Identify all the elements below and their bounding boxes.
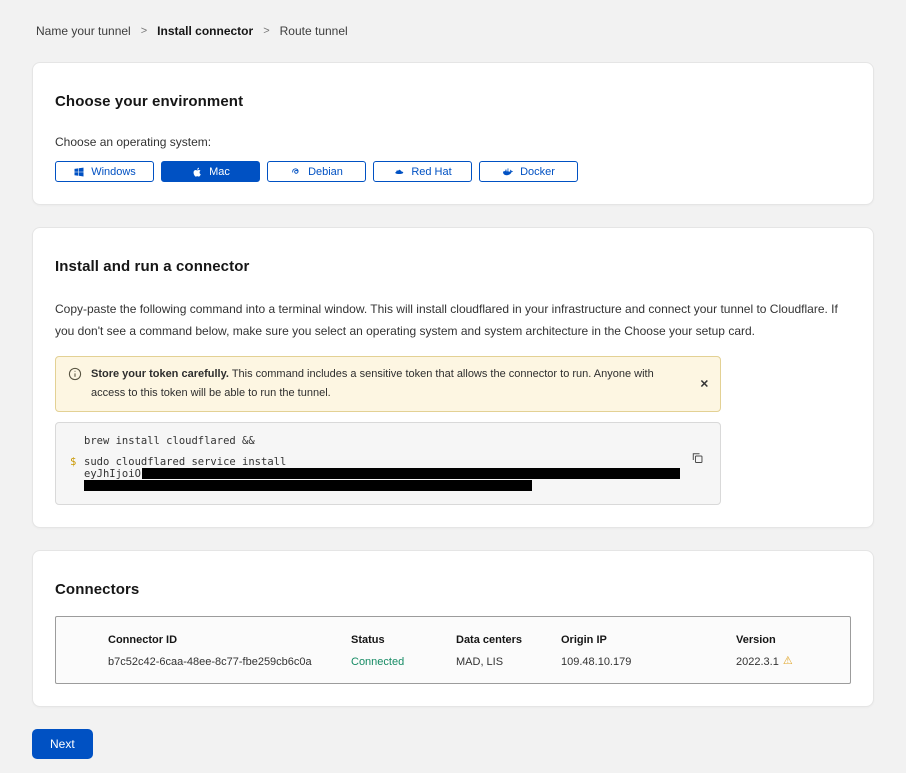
os-button-debian[interactable]: Debian bbox=[267, 161, 366, 182]
redacted-token-bar bbox=[84, 480, 532, 491]
code-text-2: sudo cloudflared service install bbox=[84, 456, 286, 468]
connectors-card: Connectors Connector ID Status Data cent… bbox=[32, 550, 874, 707]
table-row: b7c52c42-6caa-48ee-8c77-fbe259cb6c0a Con… bbox=[108, 656, 840, 668]
shell-prompt: $ bbox=[70, 456, 84, 468]
redacted-token-bar bbox=[142, 468, 680, 479]
info-icon bbox=[68, 367, 82, 381]
breadcrumb-separator: > bbox=[141, 25, 147, 37]
col-header-status: Status bbox=[351, 634, 456, 646]
os-select-label: Choose an operating system: bbox=[55, 135, 851, 149]
copy-icon[interactable] bbox=[691, 451, 704, 465]
warning-bold-text: Store your token carefully. bbox=[91, 368, 229, 380]
install-connector-card: Install and run a connector Copy-paste t… bbox=[32, 227, 874, 528]
code-line-4 bbox=[70, 480, 706, 491]
col-header-version: Version bbox=[736, 634, 840, 646]
install-description: Copy-paste the following command into a … bbox=[55, 298, 851, 342]
connectors-card-title: Connectors bbox=[55, 581, 851, 598]
os-button-label: Mac bbox=[209, 166, 230, 178]
version-value: 2022.3.1 ⚠ bbox=[736, 656, 840, 668]
next-button[interactable]: Next bbox=[32, 729, 93, 759]
environment-card-title: Choose your environment bbox=[55, 93, 851, 110]
code-text-1: brew install cloudflared && bbox=[84, 435, 255, 447]
breadcrumb-step-route-tunnel[interactable]: Route tunnel bbox=[280, 24, 348, 38]
breadcrumb-step-install-connector[interactable]: Install connector bbox=[157, 24, 253, 38]
table-header-row: Connector ID Status Data centers Origin … bbox=[108, 634, 840, 646]
code-line-1: brew install cloudflared && bbox=[70, 435, 706, 447]
os-button-mac[interactable]: Mac bbox=[161, 161, 260, 182]
os-button-docker[interactable]: Docker bbox=[479, 161, 578, 182]
apple-icon bbox=[191, 166, 203, 178]
os-button-group: Windows Mac Debian Red Hat bbox=[55, 161, 851, 182]
os-button-label: Red Hat bbox=[411, 166, 451, 178]
install-card-title: Install and run a connector bbox=[55, 258, 851, 275]
page: Name your tunnel > Install connector > R… bbox=[0, 0, 906, 773]
col-header-origin-ip: Origin IP bbox=[561, 634, 736, 646]
version-text: 2022.3.1 bbox=[736, 656, 779, 668]
token-prefix-text: eyJhIjoiO bbox=[84, 468, 141, 480]
origin-ip-value: 109.48.10.179 bbox=[561, 656, 736, 668]
os-button-redhat[interactable]: Red Hat bbox=[373, 161, 472, 182]
data-centers-value: MAD, LIS bbox=[456, 656, 561, 668]
close-icon[interactable]: ✕ bbox=[700, 378, 709, 391]
status-badge: Connected bbox=[351, 656, 456, 668]
os-button-label: Docker bbox=[520, 166, 555, 178]
docker-icon bbox=[502, 166, 514, 178]
breadcrumb-step-name-your-tunnel[interactable]: Name your tunnel bbox=[36, 24, 131, 38]
debian-icon bbox=[290, 166, 302, 178]
col-header-connector-id: Connector ID bbox=[108, 634, 351, 646]
os-button-label: Debian bbox=[308, 166, 343, 178]
breadcrumb-separator: > bbox=[263, 25, 269, 37]
warning-text: Store your token carefully. This command… bbox=[91, 365, 686, 402]
col-header-data-centers: Data centers bbox=[456, 634, 561, 646]
environment-card: Choose your environment Choose an operat… bbox=[32, 62, 874, 205]
redhat-icon bbox=[393, 166, 405, 178]
token-warning-banner: Store your token carefully. This command… bbox=[55, 356, 721, 411]
windows-icon bbox=[73, 166, 85, 178]
code-line-2: $ sudo cloudflared service install bbox=[70, 456, 706, 468]
os-button-label: Windows bbox=[91, 166, 136, 178]
os-button-windows[interactable]: Windows bbox=[55, 161, 154, 182]
connector-id-value: b7c52c42-6caa-48ee-8c77-fbe259cb6c0a bbox=[108, 656, 351, 668]
install-command-block: brew install cloudflared && $ sudo cloud… bbox=[55, 422, 721, 505]
breadcrumb: Name your tunnel > Install connector > R… bbox=[36, 24, 874, 38]
connectors-table: Connector ID Status Data centers Origin … bbox=[55, 616, 851, 684]
code-line-3: eyJhIjoiO bbox=[70, 468, 706, 480]
version-warning-icon: ⚠ bbox=[783, 656, 793, 667]
